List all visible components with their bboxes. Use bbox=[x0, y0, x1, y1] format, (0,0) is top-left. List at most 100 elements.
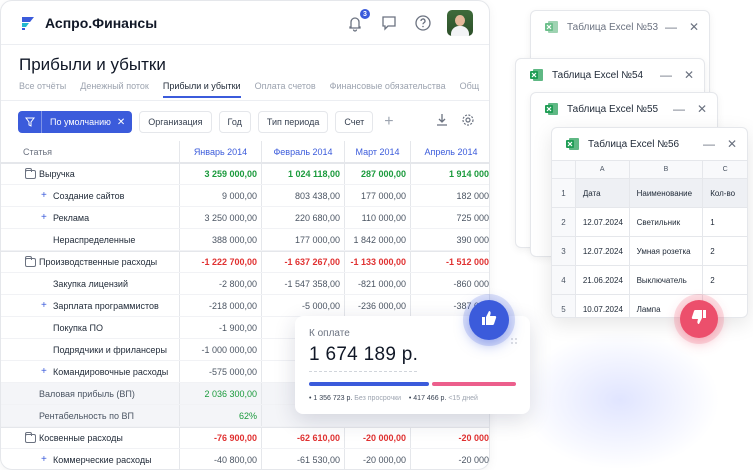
table-row[interactable]: + Коммерческие расходы -40 800,00 -61 53… bbox=[1, 449, 489, 469]
download-icon[interactable] bbox=[435, 113, 449, 132]
excel-row[interactable]: 1 Дата Наименование Кол-во bbox=[552, 178, 747, 207]
add-filter-button[interactable]: + bbox=[384, 113, 393, 131]
default-filter-chip[interactable]: По умолчанию ✕ bbox=[18, 111, 133, 133]
screenshot-stage: Таблица Excel №53 — ✕ Таблица Excel №54 —… bbox=[0, 0, 753, 470]
table-row[interactable]: + Зарплата программистов -218 000,00 -5 … bbox=[1, 295, 489, 317]
row-number[interactable]: 4 bbox=[552, 266, 576, 294]
excel-cell[interactable]: Дата bbox=[575, 179, 630, 207]
excel-row[interactable]: 3 12.07.2024 Умная розетка 2 bbox=[552, 236, 747, 265]
close-icon[interactable]: ✕ bbox=[689, 20, 699, 34]
settings-gear-icon[interactable] bbox=[461, 113, 475, 132]
organization-filter[interactable]: Организация bbox=[139, 111, 212, 133]
table-cell: -1 900,00 bbox=[179, 317, 261, 338]
column-header[interactable]: Март 2014 bbox=[344, 141, 410, 162]
expand-icon[interactable]: + bbox=[41, 454, 47, 465]
excel-grid[interactable]: A B C 1 Дата Наименование Кол-во 2 12.07… bbox=[552, 160, 747, 317]
drag-handle-icon[interactable] bbox=[510, 332, 518, 344]
close-icon[interactable]: ✕ bbox=[697, 102, 707, 116]
row-label: Реклама bbox=[53, 212, 90, 223]
close-icon[interactable]: ✕ bbox=[727, 137, 737, 151]
table-row[interactable]: Выручка 3 259 000,00 1 024 118,00 287 00… bbox=[1, 163, 489, 185]
excel-icon bbox=[566, 137, 580, 151]
minimize-icon[interactable]: — bbox=[673, 102, 685, 116]
minimize-icon[interactable]: — bbox=[660, 68, 672, 82]
excel-row[interactable]: 2 12.07.2024 Светильник 1 bbox=[552, 207, 747, 236]
tab-cash-flow[interactable]: Денежный поток bbox=[80, 81, 149, 98]
expand-icon[interactable]: + bbox=[41, 300, 47, 311]
excel-cell[interactable]: 21.06.2024 bbox=[576, 266, 630, 294]
table-cell: -1 222 700,00 bbox=[179, 252, 261, 272]
excel-cell[interactable]: Светильник bbox=[630, 208, 704, 236]
page-title: Прибыли и убытки bbox=[19, 55, 166, 74]
on-time-progress-bar bbox=[309, 382, 429, 386]
row-number[interactable]: 5 bbox=[552, 295, 576, 317]
period-type-filter[interactable]: Тип периода bbox=[257, 111, 329, 133]
table-row[interactable]: Закупка лицензий -2 800,00 -1 547 358,00… bbox=[1, 273, 489, 295]
excel-cell[interactable]: 10.07.2024 bbox=[576, 295, 630, 317]
excel-cell[interactable]: Умная розетка bbox=[630, 237, 704, 265]
column-header[interactable]: Январь 2014 bbox=[179, 141, 261, 162]
payment-legend: • 1 356 723 р. Без просрочки • 417 466 р… bbox=[309, 395, 478, 402]
excel-window-56[interactable]: Таблица Excel №56 — ✕ A B C 1 Дата Наимен… bbox=[551, 127, 748, 318]
thumbs-down-button[interactable] bbox=[680, 300, 718, 338]
excel-cell[interactable]: Кол-во bbox=[703, 179, 747, 207]
chat-icon[interactable] bbox=[379, 13, 399, 33]
tab-bill-payment[interactable]: Оплата счетов bbox=[255, 81, 316, 98]
table-cell: -1 133 000,00 bbox=[344, 252, 410, 272]
excel-window-title: Таблица Excel №53 bbox=[567, 21, 659, 33]
excel-cell[interactable]: Выключатель bbox=[630, 266, 704, 294]
tab-financial-obligations[interactable]: Финансовые обязательства bbox=[330, 81, 446, 98]
excel-cell[interactable]: Наименование bbox=[629, 179, 704, 207]
expand-icon[interactable]: + bbox=[41, 212, 47, 223]
excel-cell[interactable]: 12.07.2024 bbox=[576, 208, 630, 236]
excel-cell[interactable]: 1 bbox=[703, 208, 747, 236]
table-row[interactable]: Косвенные расходы -76 900,00 -62 610,00 … bbox=[1, 427, 489, 449]
table-row[interactable]: Производственные расходы -1 222 700,00 -… bbox=[1, 251, 489, 273]
help-icon[interactable] bbox=[413, 13, 433, 33]
remove-filter-icon[interactable]: ✕ bbox=[117, 117, 132, 128]
row-number[interactable]: 1 bbox=[552, 179, 576, 207]
expand-icon[interactable]: + bbox=[41, 366, 47, 377]
excel-cell[interactable]: 2 bbox=[703, 237, 747, 265]
row-number[interactable]: 2 bbox=[552, 208, 576, 236]
default-filter-label: По умолчанию bbox=[50, 117, 111, 127]
excel-cell[interactable]: 2 bbox=[703, 266, 747, 294]
table-row[interactable]: + Создание сайтов 9 000,00 803 438,00 17… bbox=[1, 185, 489, 207]
table-cell: 9 000,00 bbox=[179, 185, 261, 206]
table-row[interactable]: Нераспределенные 388 000,00 177 000,00 1… bbox=[1, 229, 489, 251]
close-icon[interactable]: ✕ bbox=[684, 68, 694, 82]
column-header[interactable]: Апрель 2014 bbox=[410, 141, 489, 162]
column-letter[interactable]: B bbox=[630, 161, 704, 178]
table-cell: 287 000,00 bbox=[344, 164, 410, 184]
table-cell: 62% bbox=[179, 405, 261, 426]
table-cell: -1 547 358,00 bbox=[261, 273, 344, 294]
table-cell: 220 680,00 bbox=[261, 207, 344, 228]
excel-row[interactable]: 4 21.06.2024 Выключатель 2 bbox=[552, 265, 747, 294]
excel-icon bbox=[545, 102, 559, 116]
excel-row[interactable]: 5 10.07.2024 Лампа 1 bbox=[552, 294, 747, 317]
tab-general[interactable]: Общ bbox=[460, 81, 480, 98]
excel-window-title: Таблица Excel №54 bbox=[552, 69, 644, 81]
column-letter[interactable]: C bbox=[703, 161, 747, 178]
tab-profit-loss[interactable]: Прибыли и убытки bbox=[162, 81, 241, 98]
user-avatar[interactable] bbox=[447, 10, 473, 36]
minimize-icon[interactable]: — bbox=[665, 20, 677, 34]
account-filter[interactable]: Счет bbox=[335, 111, 374, 133]
legend-on-time-value: • 1 356 723 р. bbox=[309, 395, 353, 402]
table-cell: -76 900,00 bbox=[179, 428, 261, 448]
excel-cell[interactable]: 12.07.2024 bbox=[576, 237, 630, 265]
table-row[interactable]: + Реклама 3 250 000,00 220 680,00 110 00… bbox=[1, 207, 489, 229]
column-header[interactable]: Февраль 2014 bbox=[261, 141, 344, 162]
tab-all-reports[interactable]: Все отчёты bbox=[19, 81, 66, 98]
year-filter[interactable]: Год bbox=[218, 111, 251, 133]
row-number[interactable]: 3 bbox=[552, 237, 576, 265]
table-cell: -575 000,00 bbox=[179, 361, 261, 382]
table-cell: 1 024 118,00 bbox=[261, 164, 344, 184]
profit-loss-table: Статья Январь 2014 Февраль 2014 Март 201… bbox=[1, 141, 489, 469]
notifications-bell-icon[interactable]: 3 bbox=[345, 9, 370, 33]
expand-icon[interactable]: + bbox=[41, 190, 47, 201]
minimize-icon[interactable]: — bbox=[703, 137, 715, 151]
thumbs-up-button[interactable] bbox=[469, 300, 509, 340]
column-letter[interactable]: A bbox=[576, 161, 630, 178]
table-cell: -5 000,00 bbox=[261, 295, 344, 316]
